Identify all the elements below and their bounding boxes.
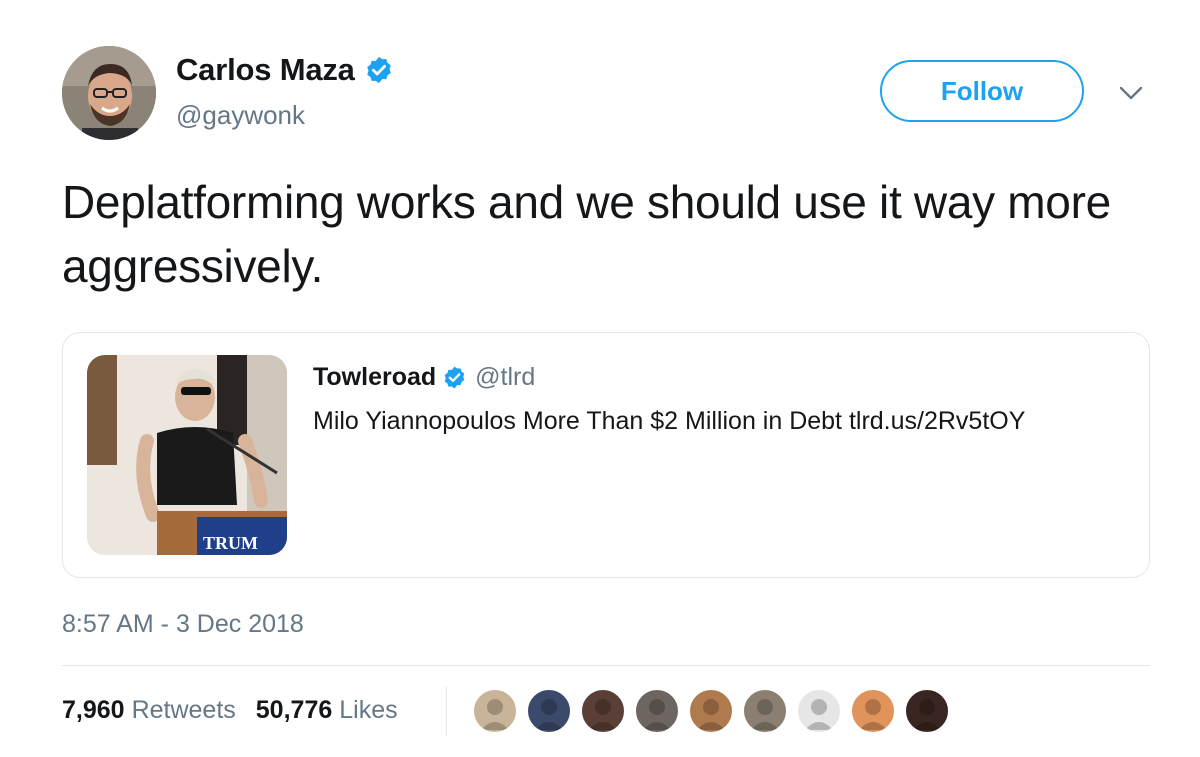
quoted-tweet-thumbnail: TRUM — [87, 355, 287, 555]
retweets-stat[interactable]: 7,960 Retweets — [62, 696, 236, 725]
liker-avatar-4[interactable] — [634, 688, 680, 734]
quoted-tweet-text: Milo Yiannopoulos More Than $2 Million i… — [313, 407, 1026, 435]
quoted-tweet-card[interactable]: TRUM Towleroad @tlrd Milo Yiannopoulos M… — [62, 332, 1150, 578]
chevron-down-icon[interactable] — [1118, 84, 1144, 102]
engagement-stats: 7,960 Retweets 50,776 Likes — [62, 696, 398, 725]
tweet-timestamp[interactable]: 8:57 AM - 3 Dec 2018 — [62, 610, 304, 639]
liker-avatar-8[interactable] — [850, 688, 896, 734]
author-avatar[interactable] — [62, 46, 156, 140]
quoted-tweet-header: Towleroad @tlrd — [313, 363, 535, 392]
likes-stat[interactable]: 50,776 Likes — [256, 696, 398, 725]
verified-badge-icon — [444, 366, 465, 389]
follow-button[interactable]: Follow — [880, 60, 1084, 122]
author-name-row: Carlos Maza — [176, 52, 394, 88]
liker-avatar-7[interactable] — [796, 688, 842, 734]
author-name[interactable]: Carlos Maza — [176, 52, 355, 88]
retweets-count: 7,960 — [62, 696, 125, 724]
quoted-author-handle[interactable]: @tlrd — [475, 363, 535, 392]
liker-avatar-3[interactable] — [580, 688, 626, 734]
likes-label: Likes — [339, 696, 398, 724]
likes-count: 50,776 — [255, 696, 333, 724]
liker-avatar-9[interactable] — [904, 688, 950, 734]
verified-badge-icon — [366, 56, 391, 84]
author-handle[interactable]: @gaywonk — [176, 100, 305, 131]
tweet: Carlos Maza @gaywonk Follow Deplatformin… — [0, 0, 1200, 757]
thumbnail-sign-text: TRUM — [203, 533, 258, 553]
liker-avatar-2[interactable] — [526, 688, 572, 734]
liker-avatar-5[interactable] — [688, 688, 734, 734]
divider — [62, 665, 1150, 666]
quoted-author-name[interactable]: Towleroad — [313, 363, 436, 392]
liker-avatar-1[interactable] — [472, 688, 518, 734]
retweets-label: Retweets — [131, 696, 236, 724]
stats-separator — [446, 686, 447, 736]
liker-avatar-6[interactable] — [742, 688, 788, 734]
tweet-text: Deplatforming works and we should use it… — [62, 176, 1111, 292]
